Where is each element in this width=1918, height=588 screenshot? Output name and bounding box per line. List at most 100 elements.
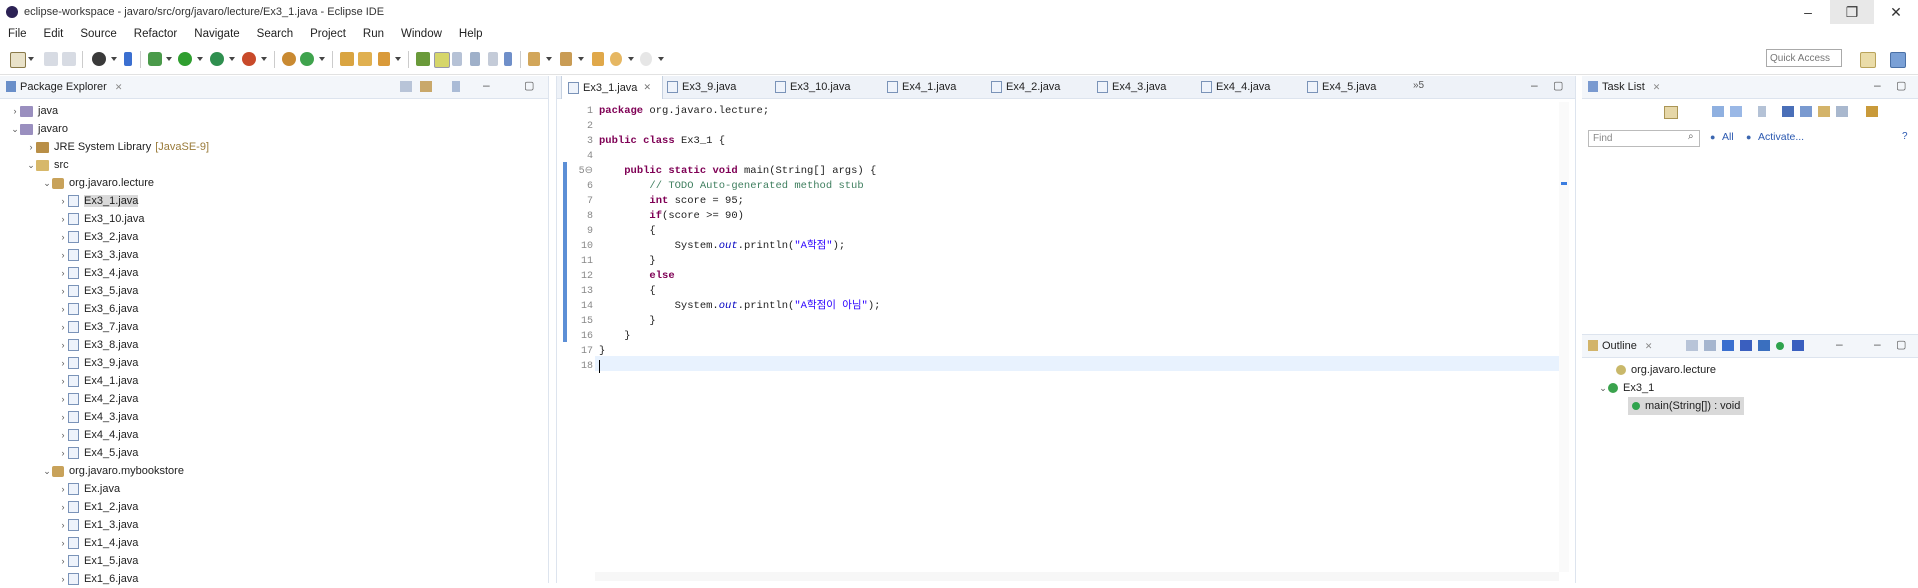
close-icon[interactable]: ✕ <box>115 82 123 93</box>
collapse-all-icon[interactable] <box>1782 106 1794 117</box>
collapse-all-icon[interactable] <box>1686 340 1698 351</box>
minimize-button[interactable]: – <box>1786 0 1830 24</box>
outline-item-class[interactable]: ⌄ Ex3_1 <box>1598 379 1654 397</box>
quick-access-input[interactable]: Quick Access <box>1766 49 1842 67</box>
chevron-right-icon[interactable]: › <box>58 232 68 242</box>
close-icon[interactable]: ✕ <box>1645 341 1653 352</box>
code-line[interactable]: { <box>599 224 655 239</box>
overview-marker[interactable] <box>1561 182 1567 185</box>
menu-project[interactable]: Project <box>310 28 346 40</box>
open-task-icon[interactable] <box>358 52 372 66</box>
chevron-right-icon[interactable]: › <box>58 538 68 548</box>
toggle-mark-occurrences-icon[interactable] <box>416 52 430 66</box>
search-icon[interactable] <box>378 52 390 66</box>
tree-item-file[interactable]: › Ex3_6.java <box>58 300 138 318</box>
close-icon[interactable]: ✕ <box>1653 82 1661 93</box>
editor-tab[interactable]: Ex4_3.java <box>1097 76 1166 98</box>
tree-item-file[interactable]: › Ex3_2.java <box>58 228 138 246</box>
chevron-right-icon[interactable]: › <box>58 286 68 296</box>
scheduled-icon[interactable] <box>1730 106 1742 117</box>
chevron-right-icon[interactable]: › <box>58 214 68 224</box>
link-with-editor-icon[interactable] <box>1792 340 1804 351</box>
menu-search[interactable]: Search <box>257 28 293 40</box>
menu-run[interactable]: Run <box>363 28 384 40</box>
code-line[interactable]: public class Ex3_1 { <box>599 134 725 149</box>
tree-item-file[interactable]: › Ex3_5.java <box>58 282 138 300</box>
chevron-right-icon[interactable]: › <box>58 556 68 566</box>
chevron-right-icon[interactable]: › <box>58 340 68 350</box>
minimize-view-icon[interactable]: – <box>483 78 490 92</box>
code-line[interactable]: int score = 95; <box>599 194 744 209</box>
block-selection-icon[interactable] <box>452 52 462 66</box>
tree-item-file[interactable]: › Ex1_6.java <box>58 570 138 588</box>
outline-item-method[interactable]: main(String[]) : void <box>1628 397 1745 415</box>
hide-static-icon[interactable] <box>1740 340 1752 351</box>
maximize-view-icon[interactable]: ▢ <box>1896 338 1906 351</box>
chevron-right-icon[interactable]: › <box>58 520 68 530</box>
chevron-down-icon[interactable] <box>578 57 584 61</box>
menu-refactor[interactable]: Refactor <box>134 28 177 40</box>
help-icon[interactable]: ? <box>1902 131 1908 142</box>
sort-icon[interactable] <box>1704 340 1716 351</box>
outline-item-package[interactable]: org.javaro.lecture <box>1616 361 1716 379</box>
java-perspective-icon[interactable] <box>1890 52 1906 68</box>
editor-tab[interactable]: Ex4_5.java <box>1307 76 1376 98</box>
code-line[interactable]: } <box>599 314 655 329</box>
horizontal-scrollbar[interactable] <box>595 572 1559 581</box>
chevron-down-icon[interactable] <box>546 57 552 61</box>
code-line[interactable]: } <box>599 344 605 359</box>
tree-item-file[interactable]: › Ex.java <box>58 480 120 498</box>
find-input[interactable]: Find <box>1588 130 1700 147</box>
code-line[interactable]: else <box>599 269 674 284</box>
repositories-icon[interactable] <box>1866 106 1878 117</box>
chevron-down-icon[interactable] <box>197 57 203 61</box>
editor-tab[interactable]: Ex3_9.java <box>667 76 736 98</box>
categorized-icon[interactable] <box>1712 106 1724 117</box>
tree-item-file[interactable]: › Ex1_3.java <box>58 516 138 534</box>
pilcrow-icon[interactable] <box>504 52 512 66</box>
minimize-view-icon[interactable]: – <box>1874 78 1881 92</box>
chevron-right-icon[interactable]: › <box>58 430 68 440</box>
minimize-view-icon[interactable]: – <box>1874 337 1881 351</box>
editor-tab[interactable]: Ex4_4.java <box>1201 76 1270 98</box>
tree-item-package[interactable]: ⌄ org.javaro.mybookstore <box>42 462 184 480</box>
close-icon[interactable]: ✕ <box>643 82 651 93</box>
code-line[interactable]: } <box>599 329 630 344</box>
save-icon[interactable] <box>44 52 58 66</box>
focus-icon[interactable] <box>1758 106 1766 117</box>
editor-tab[interactable]: Ex3_10.java <box>775 76 851 98</box>
code-line[interactable]: if(score >= 90) <box>599 209 744 224</box>
chevron-right-icon[interactable]: › <box>58 304 68 314</box>
chevron-down-icon[interactable]: ⌄ <box>1598 383 1608 394</box>
tree-item-file[interactable]: › Ex4_2.java <box>58 390 138 408</box>
code-line[interactable]: System.out.println("A학점이 아님"); <box>599 299 881 314</box>
tree-item-file[interactable]: › Ex1_2.java <box>58 498 138 516</box>
tree-item-file[interactable]: › Ex4_5.java <box>58 444 138 462</box>
chevron-right-icon[interactable]: › <box>58 322 68 332</box>
chevron-down-icon[interactable] <box>229 57 235 61</box>
last-edit-icon[interactable] <box>592 52 604 66</box>
tree-item-source-folder[interactable]: ⌄ src <box>26 156 68 174</box>
chevron-right-icon[interactable]: › <box>58 412 68 422</box>
chevron-down-icon[interactable] <box>658 57 664 61</box>
new-task-icon[interactable] <box>1664 106 1678 119</box>
chevron-right-icon[interactable]: › <box>58 250 68 260</box>
tree-item-file[interactable]: › Ex3_10.java <box>58 210 145 228</box>
tree-item-package[interactable]: ⌄ org.javaro.lecture <box>42 174 154 192</box>
tree-item-file[interactable]: › Ex3_9.java <box>58 354 138 372</box>
chevron-right-icon[interactable]: › <box>10 106 20 116</box>
minimize-view-icon[interactable]: – <box>1836 337 1843 351</box>
back-icon[interactable] <box>610 52 622 66</box>
tree-item-file[interactable]: › Ex1_4.java <box>58 534 138 552</box>
view-menu-icon[interactable] <box>452 81 460 92</box>
collapse-all-icon[interactable] <box>400 81 412 92</box>
chevron-right-icon[interactable]: › <box>58 268 68 278</box>
new-package-icon[interactable] <box>282 52 296 66</box>
next-annotation-icon[interactable] <box>528 52 540 66</box>
chevron-down-icon[interactable]: ⌄ <box>42 178 52 189</box>
maximize-view-icon[interactable]: ▢ <box>1896 79 1906 92</box>
code-line[interactable]: { <box>599 284 655 299</box>
tree-item-file[interactable]: › Ex4_4.java <box>58 426 138 444</box>
maximize-view-icon[interactable]: ▢ <box>524 79 534 92</box>
chevron-right-icon[interactable]: › <box>58 448 68 458</box>
